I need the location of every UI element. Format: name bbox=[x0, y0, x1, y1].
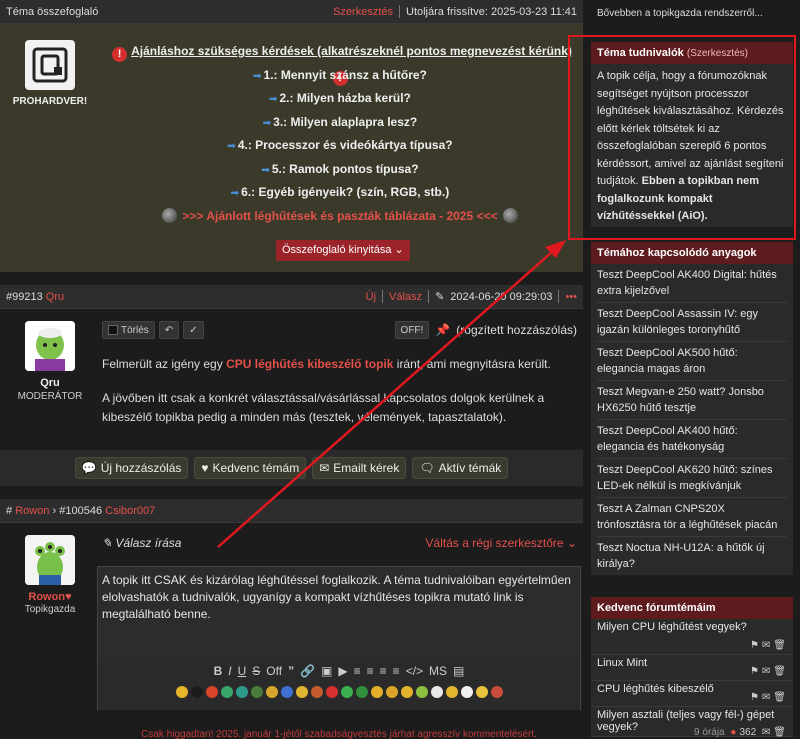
annotation-arrow bbox=[217, 240, 566, 548]
